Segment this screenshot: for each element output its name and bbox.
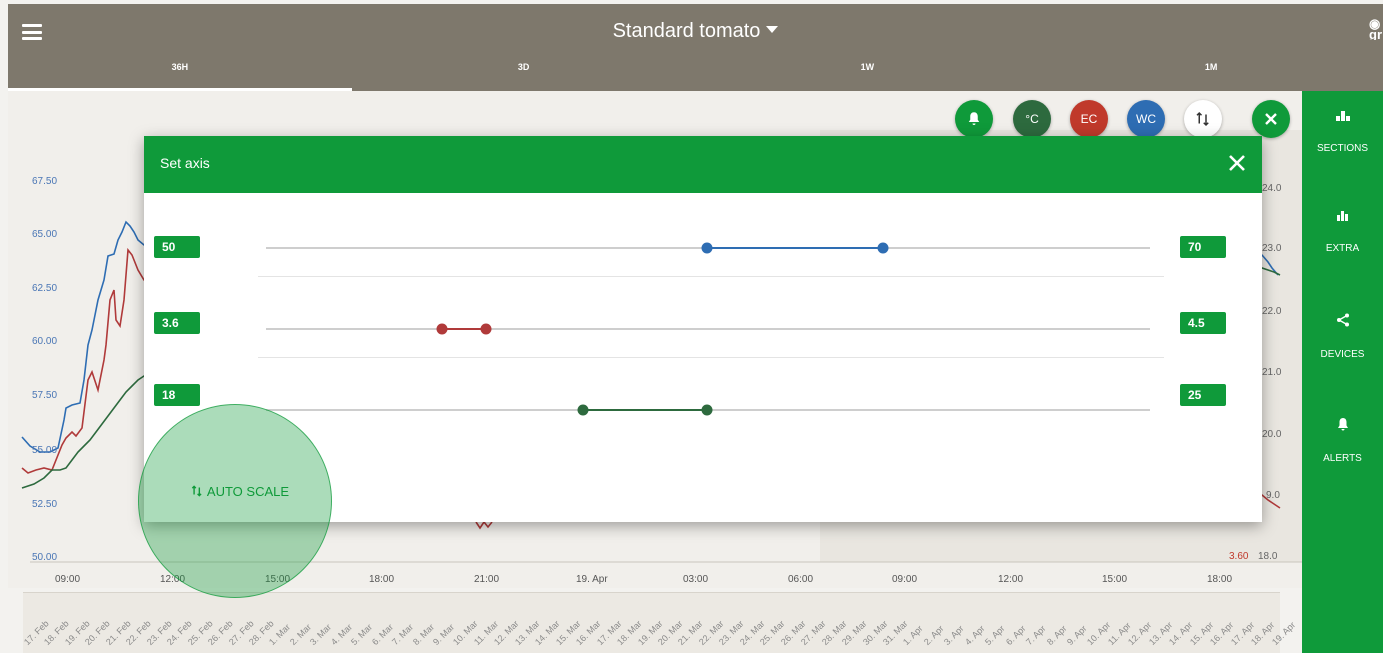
ec-min-value[interactable]: 3.6 <box>154 312 200 334</box>
slider-handle-low[interactable] <box>577 404 589 416</box>
x-axis-label: 18:00 <box>1207 574 1233 585</box>
x-axis-label: 12:00 <box>998 574 1024 585</box>
axis-settings-button[interactable] <box>1184 100 1222 138</box>
dialog-header: Set axis <box>144 136 1262 193</box>
alarm-toggle-button[interactable] <box>955 100 993 138</box>
sidebar-item-devices[interactable]: DEVICES <box>1302 313 1383 360</box>
y-left-label: 62.50 <box>32 283 58 294</box>
slider-handle-low[interactable] <box>436 323 448 335</box>
sections-icon <box>1335 111 1350 121</box>
close-icon[interactable] <box>1226 152 1248 174</box>
x-axis-label: 18:00 <box>369 574 395 585</box>
ec-range-slider[interactable] <box>266 321 1150 337</box>
sidebar-item-alerts[interactable]: ALERTS <box>1302 417 1383 464</box>
x-axis-label: 15:00 <box>1102 574 1128 585</box>
y-right-label: 22.0 <box>1262 306 1282 317</box>
x-axis-label: 06:00 <box>788 574 814 585</box>
y-right-label: 24.0 <box>1262 183 1282 194</box>
bar-chart-icon <box>1336 211 1348 221</box>
temperature-toggle-button[interactable]: °C <box>1013 100 1051 138</box>
slider-handle-high[interactable] <box>877 242 889 254</box>
slider-handle-high[interactable] <box>701 404 713 416</box>
y-right-label: 9.0 <box>1266 490 1280 501</box>
close-toolbar-button[interactable] <box>1252 100 1290 138</box>
y-left-label: 60.00 <box>32 336 58 347</box>
x-axis-label: 09:00 <box>55 574 81 585</box>
x-axis-label: 03:00 <box>683 574 709 585</box>
ec-max-value[interactable]: 4.5 <box>1180 312 1226 334</box>
y-right-label: 23.0 <box>1262 243 1282 254</box>
wc-toggle-button[interactable]: WC <box>1127 100 1165 138</box>
wc-max-value[interactable]: 70 <box>1180 236 1226 258</box>
sidebar-item-extra[interactable]: EXTRA <box>1302 209 1383 254</box>
y-left-label: 65.00 <box>32 229 58 240</box>
y-left-label: 57.50 <box>32 390 58 401</box>
y-left-label: 52.50 <box>32 499 58 510</box>
x-axis-label: 09:00 <box>892 574 918 585</box>
x-axis-label: 21:00 <box>474 574 500 585</box>
bell-icon <box>1337 418 1348 431</box>
y-right-ec-label: 3.60 <box>1229 551 1249 562</box>
divider <box>258 357 1164 358</box>
x-axis-label: 19. Apr <box>576 574 608 585</box>
temp-range-slider[interactable] <box>266 402 1150 418</box>
temp-min-value[interactable]: 18 <box>154 384 200 406</box>
share-icon <box>1336 313 1349 327</box>
sort-arrows-icon <box>1196 111 1209 127</box>
sidebar-item-label: ALERTS <box>1323 453 1362 464</box>
y-left-label: 50.00 <box>32 552 58 563</box>
close-icon <box>1265 113 1277 125</box>
sidebar-item-sections[interactable]: SECTIONS <box>1302 111 1383 154</box>
slider-handle-high[interactable] <box>480 323 492 335</box>
right-sidebar: SECTIONS EXTRA DEVICES ALERTS <box>1302 91 1383 653</box>
wc-min-value[interactable]: 50 <box>154 236 200 258</box>
dialog-title: Set axis <box>160 155 210 171</box>
y-right-label: 20.0 <box>1262 429 1282 440</box>
bell-ring-icon <box>968 112 980 125</box>
sidebar-item-label: SECTIONS <box>1316 143 1369 154</box>
ec-dip-line <box>475 520 493 530</box>
wc-range-slider[interactable] <box>266 240 1150 256</box>
ec-toggle-button[interactable]: EC <box>1070 100 1108 138</box>
click-ripple <box>138 404 332 598</box>
y-right-label: 21.0 <box>1262 367 1282 378</box>
y-right-temp-label: 18.0 <box>1258 551 1278 562</box>
temp-max-value[interactable]: 25 <box>1180 384 1226 406</box>
divider <box>258 276 1164 277</box>
sidebar-item-label: DEVICES <box>1320 349 1365 360</box>
slider-handle-low[interactable] <box>701 242 713 254</box>
y-left-label: 67.50 <box>32 176 58 187</box>
sidebar-item-label: EXTRA <box>1325 243 1360 254</box>
y-left-label: 55.00 <box>32 445 58 456</box>
